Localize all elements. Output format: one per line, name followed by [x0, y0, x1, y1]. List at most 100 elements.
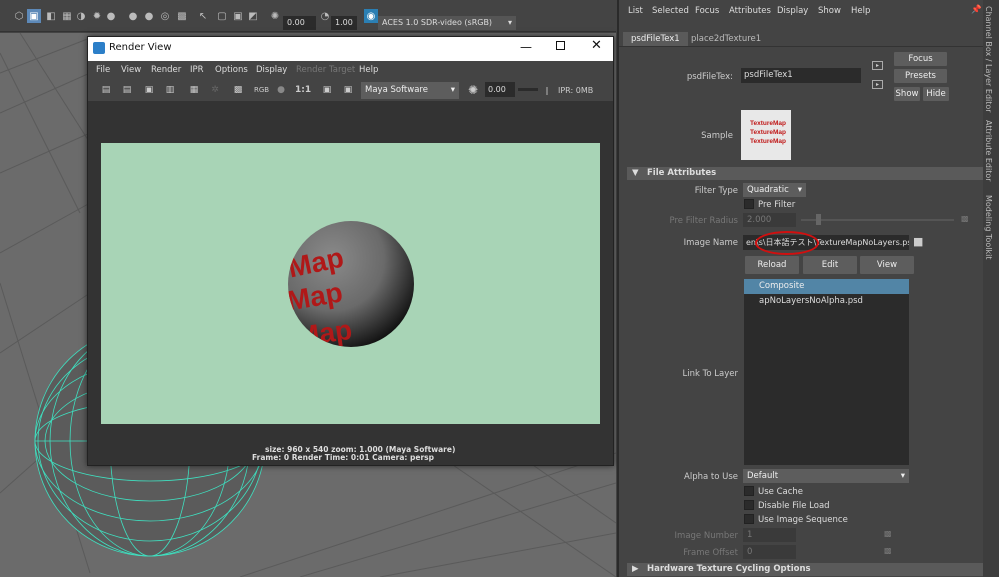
- xray-icon[interactable]: ▣: [231, 9, 245, 23]
- layer-list[interactable]: Composite apNoLayersNoAlpha.psd: [744, 279, 909, 465]
- menu-options[interactable]: Options: [215, 65, 248, 75]
- reload-button[interactable]: Reload: [745, 256, 799, 274]
- main-toolbar: ⬡ ▣ ◧ ▦ ◑ ✹ ● ● ● ◎ ▩ ↖ ▢ ▣ ◩ ✺ 0.00 ◔ 1…: [0, 0, 616, 32]
- edit-button[interactable]: Edit: [803, 256, 857, 274]
- gamma-field[interactable]: 1.00: [331, 16, 357, 30]
- frame-offset-field[interactable]: 0: [743, 545, 796, 559]
- menu-file[interactable]: File: [96, 65, 110, 75]
- pre-filter-radius-field[interactable]: 2.000: [743, 213, 796, 227]
- render-view-toolbar: ▤ ▤ ▣ ▥ ▦ ✲ ▩ RGB ● 1:1 ▣ ▣ Maya Softwar…: [88, 79, 613, 101]
- image-number-field[interactable]: 1: [743, 528, 796, 542]
- menu-view[interactable]: View: [121, 65, 141, 75]
- clapper-region-icon[interactable]: ▤: [120, 83, 134, 97]
- shadow-icon[interactable]: ●: [104, 9, 118, 23]
- render-image-area[interactable]: Map Map Map size: 960 x 540 zoom: 1.000 …: [88, 101, 613, 465]
- remove-image-icon[interactable]: ▣: [341, 83, 355, 97]
- exposure-icon[interactable]: ✺: [466, 83, 480, 97]
- render-view-menubar: File View Render IPR Options Display Ren…: [88, 61, 613, 79]
- tab-place2dtexture[interactable]: place2dTexture1: [683, 32, 769, 46]
- exposure-field[interactable]: 0.00: [283, 16, 316, 30]
- menu-help[interactable]: Help: [359, 65, 378, 75]
- render-region-icon[interactable]: ▥: [163, 83, 177, 97]
- wire-cube-icon[interactable]: ⬡: [12, 9, 26, 23]
- ratio-button[interactable]: 1:1: [295, 83, 311, 97]
- isolate-icon[interactable]: ▢: [215, 9, 229, 23]
- render-view-titlebar[interactable]: Render View — ✕: [88, 37, 613, 61]
- sample-text-1: TextureMap: [750, 120, 786, 127]
- exposure-icon[interactable]: ✺: [268, 9, 282, 23]
- light-bulb-icon[interactable]: ✹: [90, 9, 104, 23]
- keep-image-icon[interactable]: ▣: [320, 83, 334, 97]
- shaded-cube-icon[interactable]: ▣: [27, 9, 41, 23]
- menu-display[interactable]: Display: [777, 6, 808, 16]
- file-attributes-header[interactable]: ▼ File Attributes: [627, 167, 983, 180]
- menu-display[interactable]: Display: [256, 65, 287, 75]
- use-image-sequence-checkbox[interactable]: [744, 514, 754, 524]
- focus-button[interactable]: Focus: [894, 52, 947, 66]
- texture-icon[interactable]: ◧: [44, 9, 58, 23]
- layer-item-psd[interactable]: apNoLayersNoAlpha.psd: [744, 294, 909, 309]
- pin-icon[interactable]: 📌: [971, 5, 982, 15]
- show-button[interactable]: Show: [894, 87, 920, 101]
- menu-show[interactable]: Show: [818, 6, 841, 16]
- presets-button[interactable]: Presets: [894, 69, 947, 83]
- channel-icon[interactable]: ●: [274, 83, 288, 97]
- color-space-value: ACES 1.0 SDR-video (sRGB): [382, 18, 493, 27]
- menu-list[interactable]: List: [628, 6, 643, 16]
- snapshot-icon[interactable]: ▣: [142, 83, 156, 97]
- ao-icon[interactable]: ●: [126, 9, 140, 23]
- map-button-icon[interactable]: ▩: [961, 214, 969, 223]
- aa-icon[interactable]: ◎: [158, 9, 172, 23]
- side-tab-modeling-toolkit[interactable]: Modeling Toolkit: [984, 195, 993, 259]
- view-button[interactable]: View: [860, 256, 914, 274]
- output-connection-icon[interactable]: ▸: [872, 80, 883, 89]
- disable-file-load-checkbox[interactable]: [744, 500, 754, 510]
- exposure-field[interactable]: 0.00: [485, 82, 515, 97]
- hw-texture-title: Hardware Texture Cycling Options: [647, 564, 811, 574]
- layer-item-composite[interactable]: Composite: [744, 279, 909, 294]
- slider-handle[interactable]: [816, 214, 821, 225]
- color-space-dropdown[interactable]: ACES 1.0 SDR-video (sRGB) ▾: [378, 16, 516, 30]
- maximize-icon[interactable]: [556, 41, 565, 50]
- menu-focus[interactable]: Focus: [695, 6, 719, 16]
- lights-icon[interactable]: ◑: [74, 9, 88, 23]
- grid-cube-icon[interactable]: ▦: [60, 9, 74, 23]
- motion-blur-icon[interactable]: ●: [142, 9, 156, 23]
- map-button-icon[interactable]: ▩: [884, 546, 892, 555]
- input-connection-icon[interactable]: ▸: [872, 61, 883, 70]
- renderer-dropdown[interactable]: Maya Software ▾: [361, 82, 459, 99]
- menu-selected[interactable]: Selected: [652, 6, 689, 16]
- refresh-ipr-icon[interactable]: ✲: [208, 83, 222, 97]
- pause-icon[interactable]: ‖: [545, 86, 549, 95]
- map-button-icon[interactable]: ▩: [884, 529, 892, 538]
- close-icon[interactable]: ✕: [591, 38, 602, 53]
- folder-icon[interactable]: ■: [913, 235, 923, 248]
- select-icon[interactable]: ↖: [196, 9, 210, 23]
- ipr-icon[interactable]: ▦: [187, 83, 201, 97]
- node-name-field[interactable]: psdFileTex1: [741, 68, 861, 83]
- color-management-icon[interactable]: ◉: [364, 9, 378, 23]
- menu-attributes[interactable]: Attributes: [729, 6, 771, 16]
- gamma-icon[interactable]: ◔: [318, 9, 332, 23]
- menu-render-target[interactable]: Render Target: [296, 65, 355, 75]
- xray-joint-icon[interactable]: ◩: [246, 9, 260, 23]
- filter-type-dropdown[interactable]: Quadratic ▾: [743, 183, 806, 197]
- pre-filter-radius-slider[interactable]: [801, 219, 954, 221]
- pre-filter-checkbox[interactable]: [744, 199, 754, 209]
- side-tab-channel-box[interactable]: Channel Box / Layer Editor: [984, 6, 993, 113]
- hide-button[interactable]: Hide: [923, 87, 949, 101]
- side-tab-attribute-editor[interactable]: Attribute Editor: [984, 120, 993, 182]
- use-cache-checkbox[interactable]: [744, 486, 754, 496]
- hw-texture-header[interactable]: ▶ Hardware Texture Cycling Options: [627, 563, 983, 576]
- rgb-button[interactable]: RGB: [254, 83, 269, 97]
- alpha-dropdown[interactable]: Default ▾: [743, 469, 909, 483]
- render-settings-icon[interactable]: ▩: [231, 83, 245, 97]
- minimize-icon[interactable]: —: [520, 40, 532, 54]
- exposure-slider[interactable]: [518, 88, 538, 91]
- menu-help[interactable]: Help: [851, 6, 870, 16]
- clapper-icon[interactable]: ▤: [99, 83, 113, 97]
- dof-icon[interactable]: ▩: [175, 9, 189, 23]
- menu-render[interactable]: Render: [151, 65, 181, 75]
- tab-psdfiletex[interactable]: psdFileTex1: [623, 32, 688, 46]
- menu-ipr[interactable]: IPR: [190, 65, 204, 75]
